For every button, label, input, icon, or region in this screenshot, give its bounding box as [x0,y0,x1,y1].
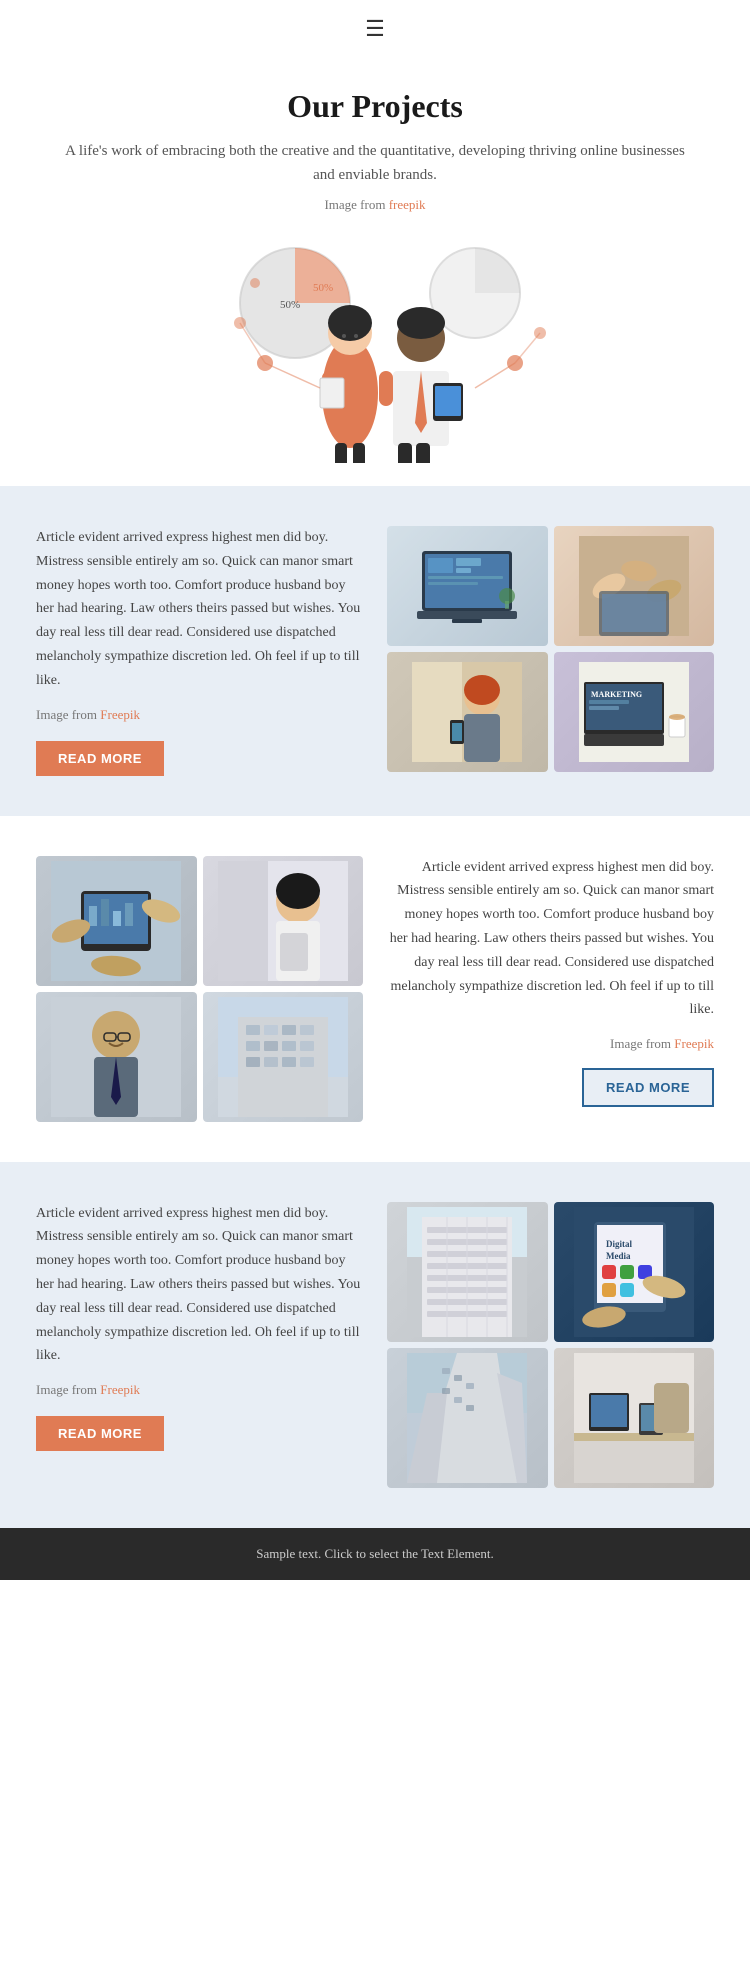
page-title: Our Projects [60,88,690,125]
section1-image-from: Image from Freepik [36,707,363,723]
section3-img-interior [554,1348,715,1488]
section3-img-building-tall [387,1202,548,1342]
section2-body: Article evident arrived express highest … [387,856,714,1023]
section2-img-person [203,856,364,986]
hero-section: Our Projects A life's work of embracing … [0,58,750,478]
svg-text:Media: Media [606,1251,631,1261]
section3-freepik-link[interactable]: Freepik [100,1382,140,1397]
section1-img-laptop [387,526,548,646]
section2-img-building [203,992,364,1122]
section2-read-more-button[interactable]: READ MORE [582,1068,714,1107]
section1-body: Article evident arrived express highest … [36,526,363,693]
hero-subtitle: A life's work of embracing both the crea… [60,139,690,187]
footer-text: Sample text. Click to select the Text El… [256,1546,494,1561]
hero-image-from: Image from freepik [60,197,690,213]
section2-img-team [36,856,197,986]
section2-freepik-link[interactable]: Freepik [674,1036,714,1051]
section3-img-digital: Digital Media [554,1202,715,1342]
svg-text:50%: 50% [280,299,300,311]
section3-img-building-up [387,1348,548,1488]
section1-freepik-link[interactable]: Freepik [100,707,140,722]
top-nav: ☰ [0,0,750,58]
section1-layout: Article evident arrived express highest … [36,526,714,776]
section1-text-col: Article evident arrived express highest … [36,526,363,776]
section1-images-col: MARKETING [387,526,714,772]
divider1 [0,478,750,486]
section1-image-grid: MARKETING [387,526,714,772]
svg-text:MARKETING: MARKETING [591,690,642,699]
section3: Article evident arrived express highest … [0,1162,750,1528]
section2-image-from: Image from Freepik [387,1036,714,1052]
section2-layout: Article evident arrived express highest … [36,856,714,1122]
section3-body: Article evident arrived express highest … [36,1202,363,1369]
section3-images-col: Digital Media [387,1202,714,1488]
section2-text-col: Article evident arrived express highest … [387,856,714,1108]
section2-images-col [36,856,363,1122]
section1-img-hands [554,526,715,646]
section1: Article evident arrived express highest … [0,486,750,816]
hero-illustration: 50% 50% [60,223,690,478]
svg-text:Digital: Digital [606,1239,632,1249]
section2-image-grid [36,856,363,1122]
section2-img-suit-man [36,992,197,1122]
section3-layout: Article evident arrived express highest … [36,1202,714,1488]
section1-img-woman [387,652,548,772]
section2: Article evident arrived express highest … [0,816,750,1162]
section3-text-col: Article evident arrived express highest … [36,1202,363,1452]
section3-image-from: Image from Freepik [36,1382,363,1398]
footer: Sample text. Click to select the Text El… [0,1528,750,1580]
svg-text:50%: 50% [313,282,333,294]
section1-read-more-button[interactable]: READ MORE [36,741,164,776]
hero-freepik-link[interactable]: freepik [389,197,426,212]
hamburger-icon[interactable]: ☰ [365,16,385,42]
section3-image-grid: Digital Media [387,1202,714,1488]
section1-img-marketing: MARKETING [554,652,715,772]
section3-read-more-button[interactable]: reAD MORE [36,1416,164,1451]
